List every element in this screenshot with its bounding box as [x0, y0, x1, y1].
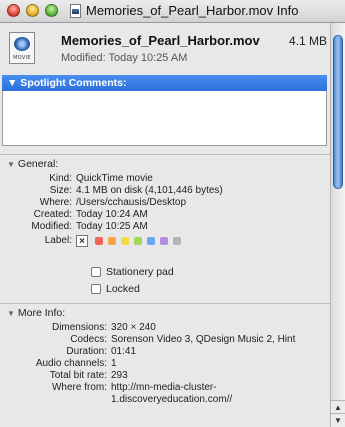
general-row-label: Kind: — [49, 173, 72, 184]
more-info-row-label: Where from: — [51, 382, 107, 393]
more-info-row-value: 01:41 — [111, 346, 137, 357]
general-row-value: 4.1 MB on disk (4,101,446 bytes) — [76, 185, 223, 196]
no-label-x-icon[interactable]: × — [76, 235, 88, 247]
general-row-label: Size: — [49, 185, 72, 196]
vertical-scrollbar[interactable]: ▲ ▼ — [330, 23, 345, 427]
more-info-row: Where from: http://mn-media-cluster-1.dis… — [0, 382, 330, 406]
more-info-row-label: Dimensions: — [51, 322, 107, 333]
general-row-value: /Users/cchausis/Desktop — [76, 197, 187, 208]
scrollbar-thumb[interactable] — [333, 35, 343, 189]
locked-label: Locked — [106, 282, 140, 295]
more-info-row: Audio channels: 1 — [0, 358, 330, 370]
locked-checkbox[interactable]: Locked — [91, 280, 330, 297]
label-color-chip[interactable] — [108, 237, 116, 245]
spotlight-comments-field[interactable] — [2, 91, 327, 146]
more-info-row-value: Sorenson Video 3, QDesign Music 2, Hint — [111, 334, 296, 345]
more-info-row-label: Codecs: — [70, 334, 107, 345]
close-button[interactable] — [7, 4, 20, 17]
general-row-label: Modified: — [31, 221, 72, 232]
more-info-row: Codecs: Sorenson Video 3, QDesign Music 2… — [0, 334, 330, 346]
disclosure-triangle-icon[interactable]: ▼ — [7, 160, 15, 169]
film-reel-icon — [14, 37, 30, 51]
label-color-chip[interactable] — [173, 237, 181, 245]
more-info-row-label: Audio channels: — [35, 358, 107, 369]
stationery-pad-box[interactable] — [91, 266, 101, 277]
zoom-button[interactable] — [45, 4, 58, 17]
more-info-row-label: Total bit rate: — [49, 370, 107, 381]
general-row: Modified: Today 10:25 AM — [0, 221, 330, 233]
general-rows: Kind: QuickTime movie Size: 4.1 MB on disk … — [0, 173, 330, 233]
title-bar[interactable]: Memories_of_Pearl_Harbor.mov Info — [0, 0, 345, 23]
more-info-row: Dimensions: 320 × 240 — [0, 322, 330, 334]
window-title: Memories_of_Pearl_Harbor.mov Info — [70, 3, 345, 18]
general-row: Size: 4.1 MB on disk (4,101,446 bytes) — [0, 185, 330, 197]
spotlight-comments-header[interactable]: ▼ Spotlight Comments: — [2, 75, 327, 91]
info-window: Memories_of_Pearl_Harbor.mov Info MOVIE … — [0, 0, 345, 427]
modified-date: Modified: Today 10:25 AM — [61, 52, 188, 64]
label-color-chip[interactable] — [95, 237, 103, 245]
general-row: Created: Today 10:24 AM — [0, 209, 330, 221]
file-header: MOVIE Memories_of_Pearl_Harbor.mov 4.1 M… — [0, 23, 345, 75]
locked-box[interactable] — [91, 283, 101, 294]
general-section-header[interactable]: ▼ General: — [0, 155, 330, 173]
general-row: Kind: QuickTime movie — [0, 173, 330, 185]
general-section: ▼ General: Kind: QuickTime movie Size: 4.1 M… — [0, 154, 330, 297]
more-info-row-value: 1 — [111, 358, 117, 369]
disclosure-triangle-icon[interactable]: ▼ — [7, 309, 15, 318]
more-info-header-label: More Info: — [17, 307, 66, 319]
stationery-pad-label: Stationery pad — [106, 265, 174, 278]
general-header-label: General: — [17, 158, 59, 170]
label-color-chips: × — [76, 235, 181, 247]
scroll-down-arrow-icon[interactable]: ▼ — [331, 413, 345, 427]
label-color-chip[interactable] — [160, 237, 168, 245]
more-info-row: Duration: 01:41 — [0, 346, 330, 358]
general-row-value: QuickTime movie — [76, 173, 153, 184]
general-row-label: Created: — [33, 209, 72, 220]
scroll-up-arrow-icon[interactable]: ▲ — [331, 400, 345, 414]
stationery-pad-checkbox[interactable]: Stationery pad — [91, 263, 330, 280]
general-row: Where: /Users/cchausis/Desktop — [0, 197, 330, 209]
general-row-value: Today 10:24 AM — [76, 209, 148, 220]
file-name: Memories_of_Pearl_Harbor.mov — [61, 33, 260, 48]
window-title-text: Memories_of_Pearl_Harbor.mov Info — [86, 3, 299, 18]
general-row-value: Today 10:25 AM — [76, 221, 148, 232]
movie-file-icon: MOVIE — [9, 32, 35, 64]
more-info-section: ▼ More Info: Dimensions: 320 × 240 Codecs: S… — [0, 303, 330, 406]
label-row: Label: × — [0, 233, 330, 249]
window-controls — [7, 4, 58, 17]
minimize-button[interactable] — [26, 4, 39, 17]
movie-icon-label: MOVIE — [13, 55, 31, 61]
more-info-row-value: 293 — [111, 370, 128, 381]
label-color-chip[interactable] — [121, 237, 129, 245]
more-info-row-value: 320 × 240 — [111, 322, 156, 333]
more-info-row-value: http://mn-media-cluster-1.discoveryeduca… — [111, 382, 233, 405]
more-info-row: Total bit rate: 293 — [0, 370, 330, 382]
more-info-row-label: Duration: — [66, 346, 107, 357]
file-size: 4.1 MB — [288, 34, 327, 48]
checkbox-group: Stationery pad Locked — [0, 263, 330, 297]
general-row-label: Where: — [39, 197, 72, 208]
label-color-chip[interactable] — [134, 237, 142, 245]
label-color-chip[interactable] — [147, 237, 155, 245]
more-info-section-header[interactable]: ▼ More Info: — [0, 304, 330, 322]
document-proxy-icon[interactable] — [70, 3, 81, 18]
label-field-label: Label: — [44, 235, 72, 246]
more-info-rows: Dimensions: 320 × 240 Codecs: Sorenson Vide… — [0, 322, 330, 406]
info-content: ▼ Spotlight Comments: ▼ General: Kind: Qui… — [0, 75, 330, 406]
